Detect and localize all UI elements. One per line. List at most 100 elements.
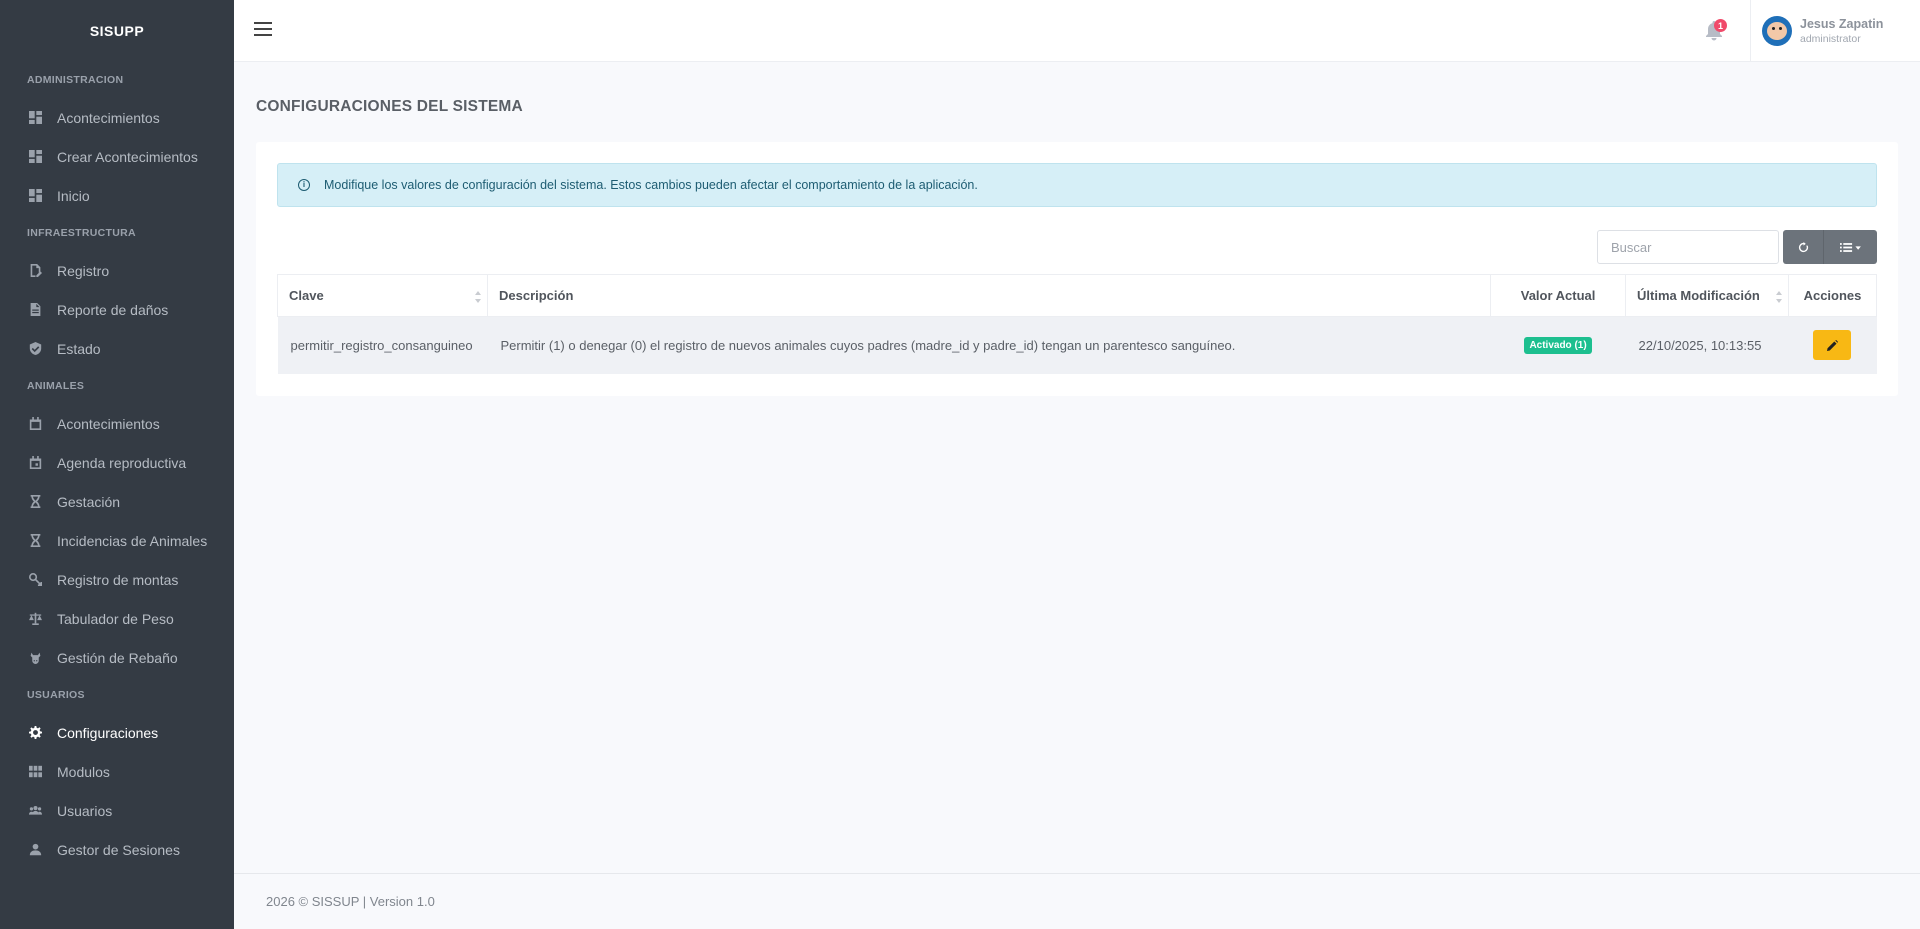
sidebar-item-label: Inicio [57,187,90,204]
sidebar-item-label: Gestión de Rebaño [57,649,178,666]
column-header-acciones: Acciones [1787,274,1878,317]
gear-icon [27,725,43,741]
refresh-icon [1798,241,1808,252]
sidebar-item-label: Reporte de daños [57,301,169,318]
sidebar-item-modulos[interactable]: Modulos [0,752,234,791]
refresh-button[interactable] [1783,230,1823,264]
alert-text: Modifique los valores de configuración d… [324,178,978,192]
list-dropdown-icon [1839,242,1861,252]
document-edit-icon [27,263,43,279]
grid-icon [27,764,43,780]
sidebar-item-label: Gestación [57,493,121,510]
sidebar-item-label: Agenda reproductiva [57,454,187,471]
sidebar-item-registro-montas[interactable]: Registro de montas [0,560,234,599]
cell-ultima-modificacion: 22/10/2025, 10:13:55 [1625,316,1789,374]
sidebar-item-reporte-danos[interactable]: Reporte de daños [0,290,234,329]
status-badge: Activado (1) [1524,337,1592,355]
column-header-valor-actual: Valor Actual [1490,274,1627,317]
section-title-usuarios: USUARIOS [27,689,85,701]
user-menu[interactable]: Jesus Zapatin administrator [1762,14,1883,48]
sidebar-item-usuarios[interactable]: Usuarios [0,791,234,830]
menu-toggle-icon[interactable] [254,22,272,38]
search-input[interactable] [1597,230,1779,264]
user-name: Jesus Zapatin [1800,17,1884,31]
footer: 2026 © SISSUP | Version 1.0 [234,873,1920,929]
sidebar-item-gestacion[interactable]: Gestación [0,482,234,521]
cell-clave: permitir_registro_consanguineo [277,316,488,374]
sidebar-item-estado[interactable]: Estado [0,329,234,368]
config-card: i Modifique los valores de configuración… [256,142,1898,396]
topbar-divider [1750,0,1751,62]
calendar-icon [27,455,43,471]
sidebar-item-label: Tabulador de Peso [57,610,174,627]
sidebar-item-label: Configuraciones [57,724,159,741]
column-header-label: Clave [289,288,324,303]
hourglass-icon [27,533,43,549]
sidebar-item-tabulador-peso[interactable]: Tabulador de Peso [0,599,234,638]
user-role: administrator [1800,33,1861,45]
info-icon: i [298,179,310,191]
sidebar-item-incidencias-animales[interactable]: Incidencias de Animales [0,521,234,560]
sidebar-item-label: Acontecimientos [57,415,160,432]
brand-logo[interactable]: SISUPP [0,0,234,62]
pencil-icon [1826,339,1838,351]
sidebar-item-label: Registro de montas [57,571,179,588]
shield-check-icon [27,341,43,357]
column-header-clave[interactable]: Clave [277,274,488,317]
section-title-infraestructura: INFRAESTRUCTURA [27,227,136,239]
column-header-label: Acciones [1803,288,1862,303]
scale-icon [27,611,43,627]
gender-icon [27,572,43,588]
sidebar-item-label: Registro [57,262,110,279]
avatar [1762,16,1792,46]
dashboard-icon [27,110,43,126]
column-header-label: Última Modificación [1637,288,1760,303]
notification-count-badge: 1 [1714,19,1727,32]
cell-descripcion: Permitir (1) o denegar (0) el registro d… [487,316,1491,374]
cell-valor-actual: Activado (1) [1490,316,1626,374]
sidebar-item-registro[interactable]: Registro [0,251,234,290]
sidebar-item-inicio[interactable]: Inicio [0,176,234,215]
dashboard-icon [27,149,43,165]
sidebar-item-agenda-reproductiva[interactable]: Agenda reproductiva [0,443,234,482]
page-title: CONFIGURACIONES DEL SISTEMA [256,98,523,115]
sidebar-item-acontecimientos-animales[interactable]: Acontecimientos [0,404,234,443]
footer-text: 2026 © SISSUP | Version 1.0 [266,894,435,909]
sidebar-item-label: Estado [57,340,101,357]
cow-icon [27,650,43,666]
info-alert: i Modifique los valores de configuración… [277,163,1877,207]
user-icon [27,842,43,858]
sidebar-item-crear-acontecimientos[interactable]: Crear Acontecimientos [0,137,234,176]
table-row: permitir_registro_consanguineo Permitir … [277,316,1877,374]
sidebar: SISUPP ADMINISTRACION Acontecimientos Cr… [0,0,234,929]
column-header-label: Descripción [498,288,574,303]
sidebar-item-label: Crear Acontecimientos [57,148,198,165]
dashboard-icon [27,188,43,204]
edit-button[interactable] [1813,330,1852,361]
column-header-descripcion: Descripción [486,274,1492,317]
column-header-label: Valor Actual [1520,288,1596,303]
sidebar-item-label: Acontecimientos [57,109,160,126]
sidebar-item-gestor-sesiones[interactable]: Gestor de Sesiones [0,830,234,869]
table-toolbar [1783,230,1877,264]
sidebar-item-label: Gestor de Sesiones [57,841,180,858]
sidebar-item-acontecimientos-admin[interactable]: Acontecimientos [0,98,234,137]
sort-icon [1775,291,1782,303]
sidebar-item-label: Usuarios [57,802,113,819]
document-icon [27,302,43,318]
cell-acciones [1788,316,1877,374]
column-header-ultima-modificacion[interactable]: Última Modificación [1625,274,1789,317]
section-title-administracion: ADMINISTRACION [27,74,124,86]
sort-icon [474,291,481,303]
config-table: Clave Descripción Valor Actual Última Mo… [277,274,1878,374]
columns-toggle-button[interactable] [1823,230,1877,264]
section-title-animales: ANIMALES [27,380,85,392]
notifications-bell-icon[interactable]: 1 [1705,19,1727,43]
sidebar-item-configuraciones[interactable]: Configuraciones [0,713,234,752]
sidebar-item-gestion-rebano[interactable]: Gestión de Rebaño [0,638,234,677]
sidebar-item-label: Modulos [57,763,110,780]
sidebar-item-label: Incidencias de Animales [57,532,208,549]
hourglass-icon [27,494,43,510]
topbar: 1 Jesus Zapatin administrator [234,0,1920,62]
users-icon [27,803,43,819]
